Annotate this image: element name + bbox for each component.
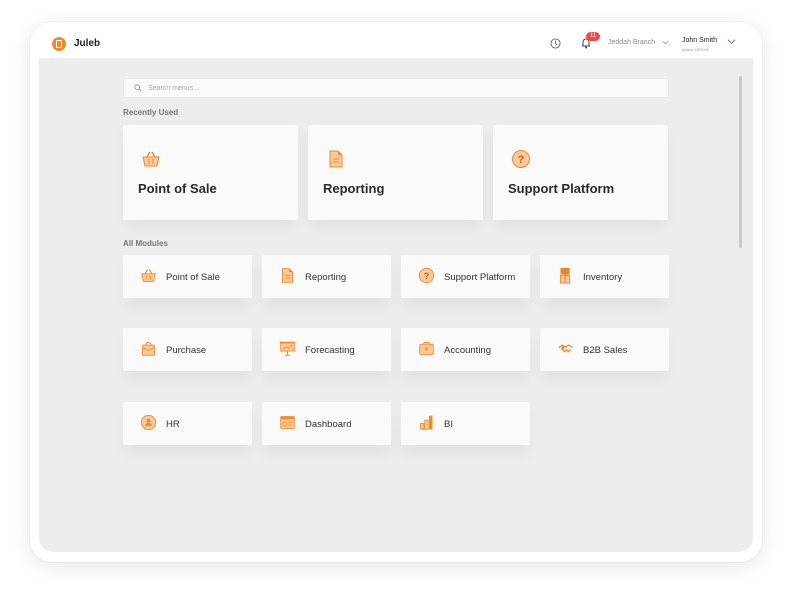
module-label: Forecasting xyxy=(305,345,355,356)
document-icon xyxy=(281,268,294,283)
module-hr[interactable]: HR xyxy=(123,402,252,445)
module-label: Dashboard xyxy=(305,419,352,430)
boxes-icon xyxy=(559,267,571,284)
scrollbar[interactable] xyxy=(739,76,742,248)
bag-icon xyxy=(142,342,155,356)
module-label: Reporting xyxy=(305,272,347,283)
module-accounting[interactable]: Accounting xyxy=(401,328,530,371)
document-icon xyxy=(329,150,343,168)
module-label: Accounting xyxy=(444,345,492,356)
question-icon: ? xyxy=(418,267,435,284)
module-dashboard[interactable]: Dashboard xyxy=(262,402,391,445)
all-modules-title: All Modules xyxy=(123,239,168,248)
main-content: Recently Used Point of Sale Reporting xyxy=(39,58,753,552)
svg-text:?: ? xyxy=(424,271,430,281)
module-point-of-sale[interactable]: Point of Sale xyxy=(123,255,252,298)
module-label: HR xyxy=(166,419,180,430)
recent-card-label: Point of Sale xyxy=(138,181,217,196)
recent-card-label: Reporting xyxy=(323,181,385,196)
dashboard-icon xyxy=(280,416,295,429)
recent-card-support-platform[interactable]: ? Support Platform xyxy=(493,125,668,220)
recently-used-title: Recently Used xyxy=(123,108,179,117)
top-bar: Juleb 11 Jeddah Branch John Smith Admin-… xyxy=(30,22,762,58)
chevron-down-icon[interactable] xyxy=(727,37,736,46)
module-purchase[interactable]: Purchase xyxy=(123,328,252,371)
user-subtitle: Admin-xRE001 xyxy=(682,47,709,52)
module-label: B2B Sales xyxy=(583,345,628,356)
notification-badge: 11 xyxy=(586,32,601,41)
handshake-icon xyxy=(558,344,573,353)
recent-card-reporting[interactable]: Reporting xyxy=(308,125,483,220)
module-support-platform[interactable]: ? Support Platform xyxy=(401,255,530,298)
search-icon xyxy=(134,84,142,92)
search-input[interactable] xyxy=(148,84,648,92)
module-bi[interactable]: BI xyxy=(401,402,530,445)
svg-text:?: ? xyxy=(518,154,525,166)
app-name: Juleb xyxy=(74,38,101,49)
module-label: Inventory xyxy=(583,272,623,283)
device-frame: Juleb 11 Jeddah Branch John Smith Admin-… xyxy=(30,22,762,562)
module-label: Support Platform xyxy=(444,272,516,283)
history-icon[interactable] xyxy=(550,38,561,49)
module-forecasting[interactable]: Forecasting xyxy=(262,328,391,371)
branch-selector[interactable]: Jeddah Branch xyxy=(608,39,655,46)
question-icon: ? xyxy=(512,150,530,168)
module-inventory[interactable]: Inventory xyxy=(540,255,669,298)
person-icon xyxy=(140,414,157,431)
search-bar[interactable] xyxy=(123,78,669,98)
user-name[interactable]: John Smith xyxy=(682,37,717,44)
recent-card-point-of-sale[interactable]: Point of Sale xyxy=(123,125,298,220)
module-reporting[interactable]: Reporting xyxy=(262,255,391,298)
chevron-down-icon[interactable] xyxy=(662,39,669,46)
module-label: Purchase xyxy=(166,345,207,356)
module-label: Point of Sale xyxy=(166,272,220,283)
juleb-logo-icon xyxy=(52,37,66,51)
briefcase-icon xyxy=(419,342,434,355)
basket-icon xyxy=(142,151,160,167)
bar-chart-icon xyxy=(420,415,433,430)
presentation-icon xyxy=(279,341,296,356)
module-b2b-sales[interactable]: B2B Sales xyxy=(540,328,669,371)
recent-card-label: Support Platform xyxy=(508,181,615,196)
module-label: BI xyxy=(444,419,453,430)
basket-icon xyxy=(141,269,156,282)
